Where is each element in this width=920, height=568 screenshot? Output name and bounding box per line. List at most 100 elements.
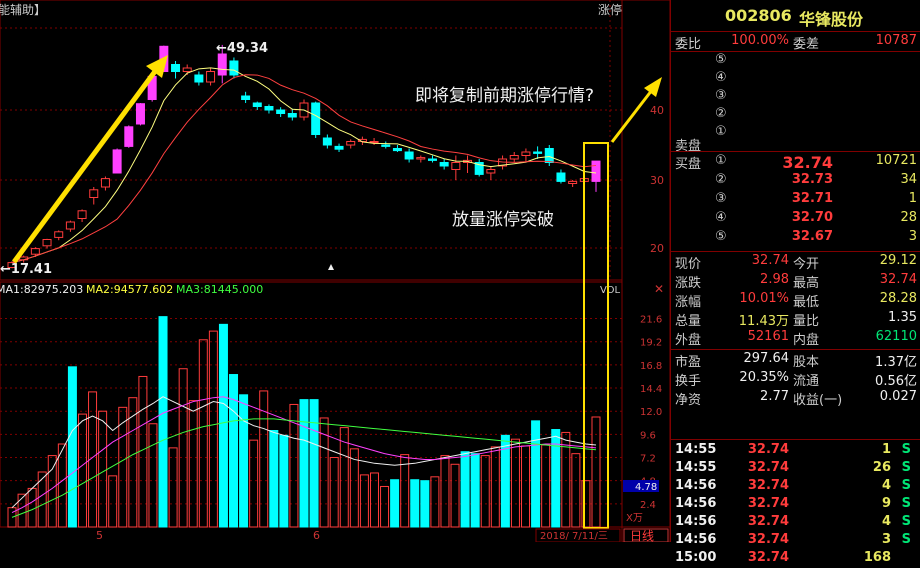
volume-bar-38 <box>390 479 400 528</box>
volume-bar-37 <box>380 485 390 528</box>
buy-level-4: ⑤ 32.67 3 <box>715 229 917 244</box>
tick-row-3: 14:56 32.74 9 S <box>675 496 911 511</box>
sell-level-3: ② <box>715 106 727 121</box>
buy-level-3: ④ 32.70 28 <box>715 210 917 225</box>
stock-header: 002806 华锋股份 <box>671 6 920 29</box>
volume-bar-4 <box>47 455 57 528</box>
candle-3 <box>42 238 52 249</box>
candle-39 <box>463 155 473 173</box>
volume-bar-39 <box>400 454 410 528</box>
volume-unit: X万 <box>626 513 643 524</box>
volume-bar-52 <box>531 420 541 528</box>
volume-bar-43 <box>440 455 450 528</box>
volume-bar-17 <box>178 368 188 528</box>
candle-20 <box>241 91 251 103</box>
candle-40 <box>474 159 484 177</box>
tick-row-0: 14:55 32.74 1 S <box>675 442 911 457</box>
period-label: 日线 <box>630 529 654 542</box>
weibi-value: 100.00% <box>731 33 789 48</box>
volume-bar-41 <box>420 480 430 528</box>
volume-bar-27 <box>279 434 289 528</box>
volume-bar-9 <box>98 410 108 528</box>
uptrend-arrow-icon <box>11 55 168 264</box>
volume-bar-26 <box>269 430 279 528</box>
volume-bar-30 <box>309 399 319 528</box>
volume-bar-18 <box>188 400 198 528</box>
stat-row-2: 净资 2.77 收益(一) 0.027 <box>675 389 917 408</box>
stat-row-1: 换手 20.35% 流通 0.56亿 <box>675 370 917 389</box>
candle-8 <box>100 176 110 191</box>
volume-bar-2 <box>27 487 37 528</box>
sell-level-1: ④ <box>715 70 727 85</box>
weibi-row: 委比 100.00% 委差 10787 <box>675 33 917 52</box>
tick-row-4: 14:56 32.74 4 S <box>675 514 911 529</box>
volume-bar-40 <box>410 479 420 528</box>
buy-level-2: ③ 32.71 1 <box>715 191 917 206</box>
stock-code: 002806 <box>725 6 792 25</box>
current-volume-value: 4.78 <box>635 482 657 493</box>
sell-level-2: ③ <box>715 88 727 103</box>
kline-chart[interactable]: 能辅助】 涨停 40 30 20 ←49.34 ←17.41 即将复制前期涨停行… <box>0 0 670 542</box>
volume-bar-13 <box>138 375 148 528</box>
candle-28 <box>334 143 344 152</box>
candle-36 <box>427 155 437 163</box>
volume-bar-34 <box>349 448 359 528</box>
candle-5 <box>65 220 75 232</box>
candle-11 <box>135 103 145 126</box>
close-icon[interactable]: ✕ <box>654 282 664 296</box>
vol-tick-2: 16.8 <box>640 361 662 372</box>
stat-row-0: 现价 32.74 今开 29.12 <box>675 253 917 272</box>
volume-bar-44 <box>450 463 460 528</box>
candle-27 <box>322 134 332 149</box>
candle-43 <box>509 152 519 163</box>
volume-bar-19 <box>198 339 208 528</box>
quote-panel: 002806 华锋股份 委比 100.00% 委差 10787 ⑤④③②① 卖盘… <box>670 0 920 565</box>
candle-47 <box>556 169 566 184</box>
x-tick-6: 6 <box>313 529 320 542</box>
volume-bar-7 <box>77 413 87 528</box>
vol-tick-8: 2.4 <box>640 500 656 511</box>
volume-bar-14 <box>148 423 158 528</box>
volume-bar-23 <box>239 394 249 528</box>
stat-row-1: 涨跌 2.98 最高 32.74 <box>675 272 917 291</box>
limit-up-label: 涨停 <box>598 2 622 17</box>
x-tick-5: 5 <box>96 529 103 542</box>
tick-row-1: 14:55 32.74 26 S <box>675 460 911 475</box>
candle-19 <box>229 57 239 79</box>
tick-row-2: 14:56 32.74 4 S <box>675 478 911 493</box>
candle-22 <box>264 104 274 114</box>
vol-tick-0: 21.6 <box>640 315 662 326</box>
vol-tick-1: 19.2 <box>640 338 662 349</box>
volume-bar-47 <box>480 455 490 528</box>
stat-row-0: 市盈 297.64 股本 1.37亿 <box>675 351 917 370</box>
candle-44 <box>521 148 531 163</box>
volume-bar-45 <box>460 451 470 528</box>
volume-bar-15 <box>158 316 168 528</box>
volume-bar-29 <box>299 399 309 528</box>
volume-bar-35 <box>359 474 369 528</box>
volume-y-axis: 21.619.216.814.412.09.67.24.82.4 <box>0 315 662 511</box>
vol-tick-4: 12.0 <box>640 407 662 418</box>
stat-row-3: 总量 11.43万 量比 1.35 <box>675 310 917 329</box>
candle-26 <box>311 101 321 138</box>
candle-34 <box>404 148 414 163</box>
stat-row-4: 外盘 52161 内盘 62110 <box>675 329 917 348</box>
breakout-highlight-box <box>583 142 609 529</box>
buy-level-0: ① 32.74 10721 <box>715 153 917 172</box>
volume-bar-51 <box>521 445 531 528</box>
volume-bar-46 <box>470 453 480 528</box>
volume-bar-21 <box>218 323 228 528</box>
candle-41 <box>486 166 496 180</box>
low-price-label: ←17.41 <box>0 262 52 277</box>
breakout-annotation: 放量涨停突破 <box>452 210 554 230</box>
volume-bar-20 <box>208 330 218 528</box>
candle-30 <box>357 136 367 145</box>
vol-label: VOL <box>600 285 621 296</box>
candle-37 <box>439 159 449 170</box>
volume-bar-42 <box>430 476 440 528</box>
ma2-legend: MA2:94577.602 <box>86 283 173 296</box>
date-label: 2018/ 7/11/三 <box>540 531 608 542</box>
candlestick-series <box>7 44 601 269</box>
volume-bar-24 <box>249 439 259 528</box>
high-price-label: ←49.34 <box>216 41 268 56</box>
